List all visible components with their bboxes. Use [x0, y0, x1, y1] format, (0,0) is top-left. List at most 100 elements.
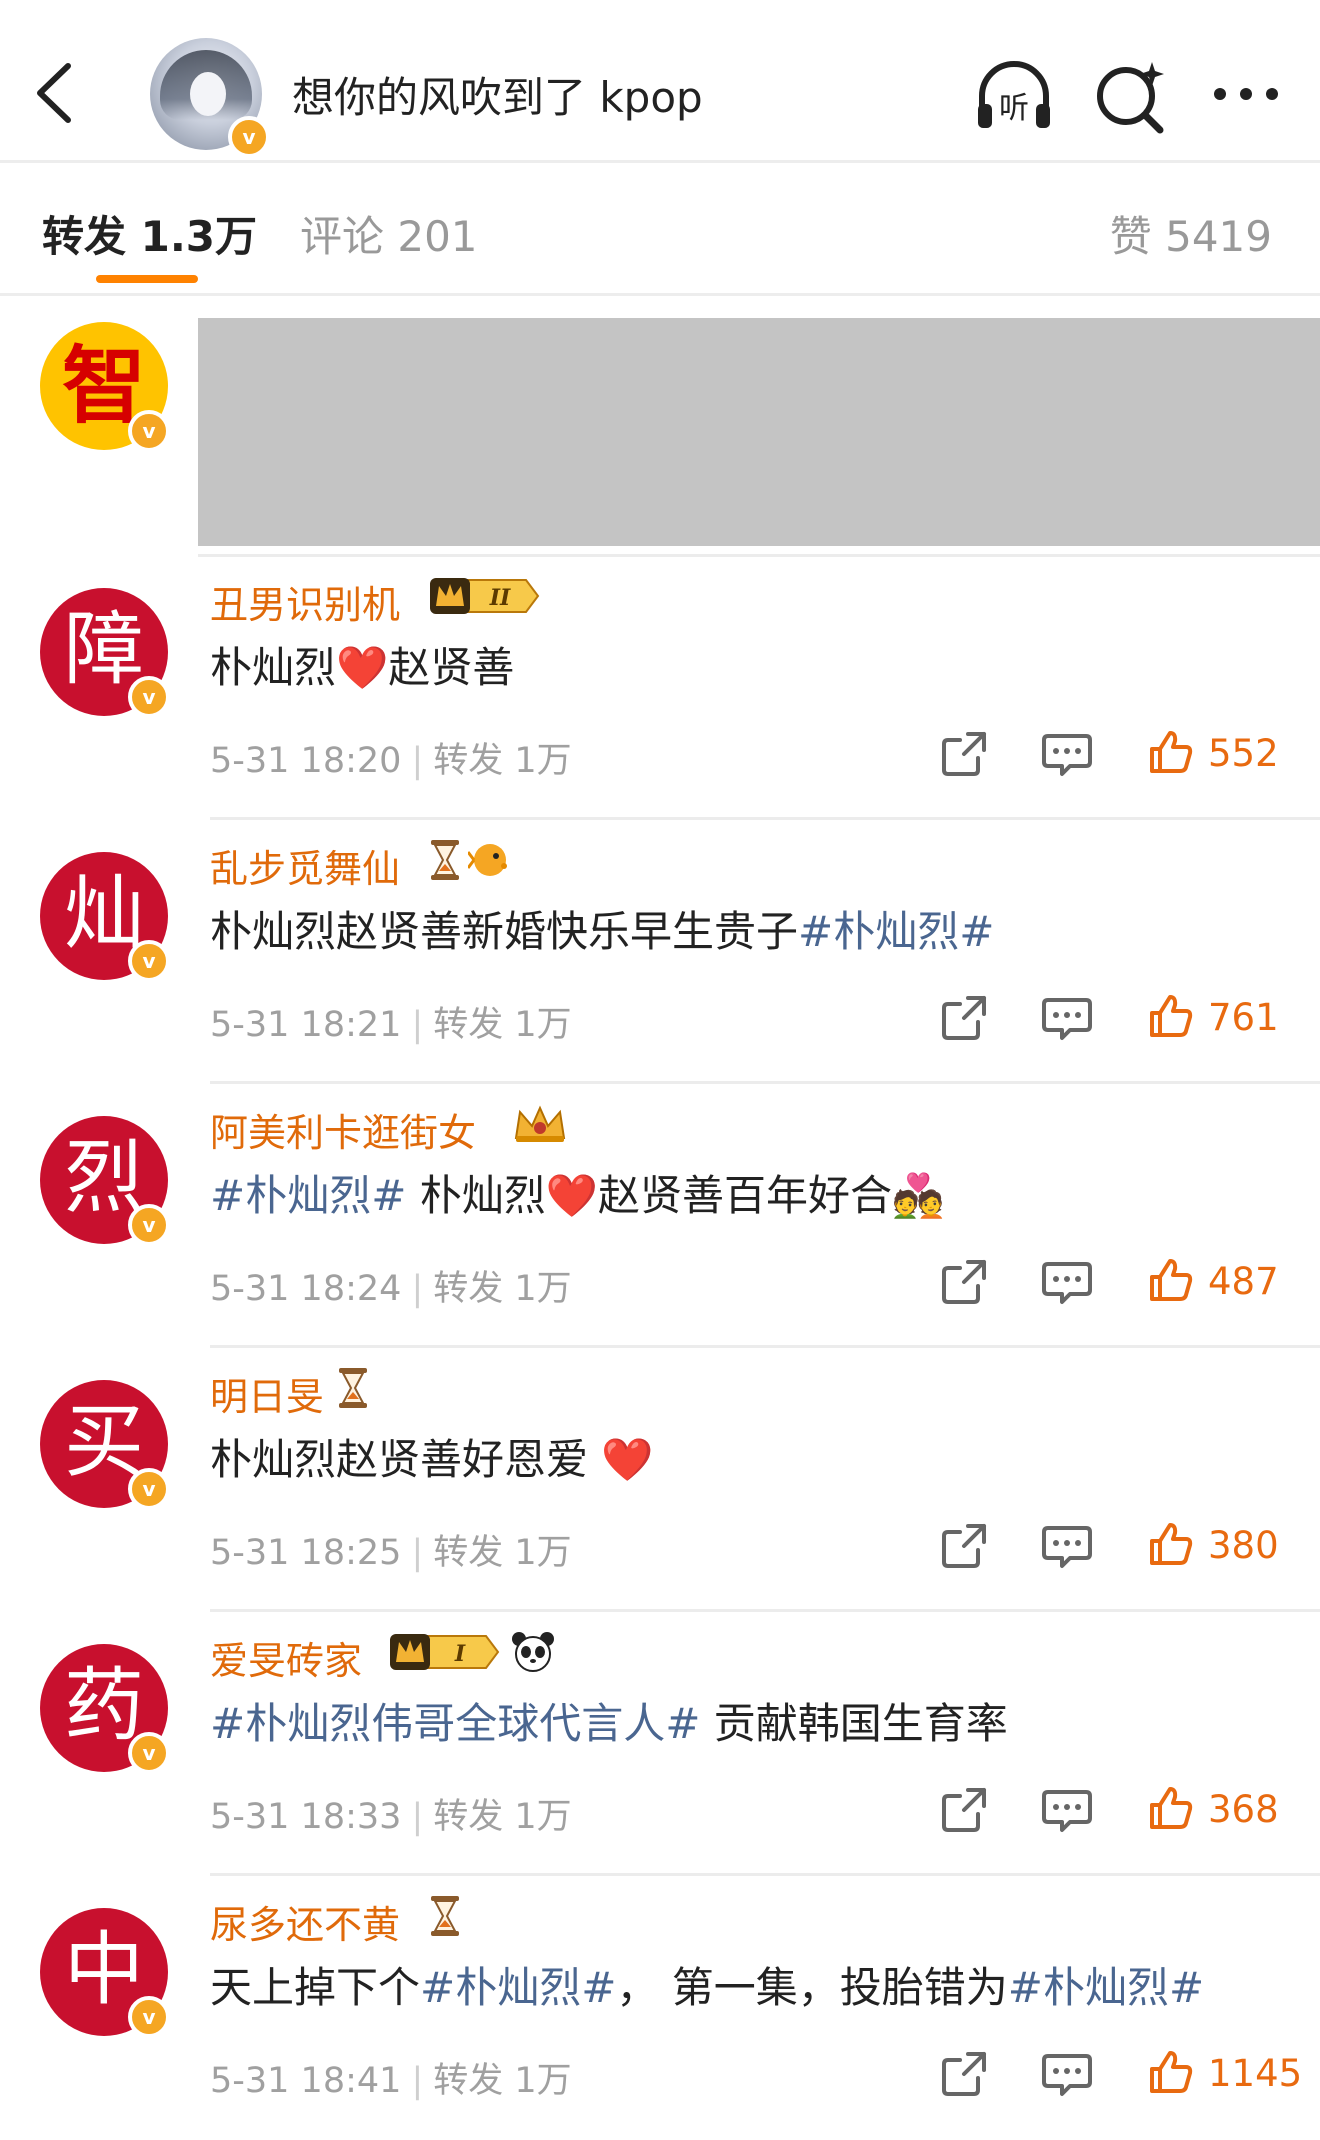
share-icon[interactable]	[938, 1782, 992, 1836]
repost-text: #朴灿烈# 朴灿烈❤️赵贤善百年好合💑	[210, 1162, 944, 1223]
hashtag-link[interactable]: #朴灿烈#	[210, 1171, 406, 1220]
username[interactable]: 阿美利卡逛街女	[210, 1102, 476, 1157]
thumbs-up-icon	[1146, 1783, 1194, 1835]
avatar[interactable]: 灿v	[40, 852, 170, 982]
meta-separator: |	[411, 1269, 424, 1309]
comment-icon[interactable]	[1040, 1254, 1094, 1308]
avatar[interactable]: 障v	[40, 588, 170, 718]
listen-label: 听	[999, 91, 1029, 126]
repost-row: 烈 v 阿美利卡逛街女 #朴灿烈# 朴灿烈❤️赵贤善百年好合💑 5-31 18:24 | 转…	[0, 1084, 1320, 1348]
avatar[interactable]: 中v	[40, 1908, 170, 2038]
comment-icon[interactable]	[1040, 1782, 1094, 1836]
share-icon[interactable]	[938, 726, 992, 780]
user-badges	[428, 1894, 462, 1942]
repost-count: 转发 1万	[433, 1533, 572, 1573]
tab-likes[interactable]: 赞 5419	[1110, 203, 1272, 264]
thumbs-up-icon	[1146, 2047, 1194, 2099]
top-bar: v 想你的风吹到了 kpop 听	[0, 0, 1320, 163]
verified-badge-icon: v	[128, 676, 170, 718]
hashtag-link[interactable]: #朴灿烈#	[798, 907, 994, 956]
thumbs-up-icon	[1146, 991, 1194, 1043]
user-badges	[512, 1102, 568, 1150]
timestamp: 5-31 18:41	[210, 2061, 402, 2101]
emoji: ❤️	[545, 1171, 599, 1220]
repost-count: 转发 1万	[433, 1269, 572, 1309]
user-badges	[336, 1366, 370, 1414]
share-icon[interactable]	[938, 2046, 992, 2100]
avatar[interactable]: 药v	[40, 1644, 170, 1774]
like-button[interactable]: 761	[1146, 990, 1279, 1044]
svg-text:II: II	[489, 585, 511, 611]
username[interactable]: 丑男识别机	[210, 574, 400, 629]
verified-badge-icon: v	[128, 1468, 170, 1510]
thumbs-up-icon	[1146, 1519, 1194, 1571]
verified-badge-icon: v	[128, 940, 170, 982]
hashtag-link[interactable]: #朴灿烈#	[420, 1963, 616, 2012]
repost-text: #朴灿烈伟哥全球代言人# 贡献韩国生育率	[210, 1690, 1008, 1751]
text-segment: 朴灿烈赵贤善新婚快乐早生贵子	[210, 907, 799, 956]
text-segment: ， 第一集，投胎错为	[616, 1963, 1008, 2012]
user-badges	[428, 838, 514, 886]
repost-count: 转发 1万	[433, 1797, 572, 1837]
share-icon[interactable]	[938, 1518, 992, 1572]
author-avatar[interactable]: v	[150, 38, 270, 158]
verified-badge-icon: v	[128, 1732, 170, 1774]
verified-badge-icon: v	[228, 116, 270, 158]
hashtag-link[interactable]: #朴灿烈#	[1008, 1963, 1204, 2012]
avatar[interactable]: 买v	[40, 1380, 170, 1510]
repost-row: 买 v 明日旻 朴灿烈赵贤善好恩爱 ❤️ 5-31 18:25 | 转发 1万 380	[0, 1348, 1320, 1612]
like-button[interactable]: 368	[1146, 1782, 1279, 1836]
chevron-left-icon[interactable]	[30, 58, 80, 128]
emoji: ❤️	[601, 1435, 654, 1484]
username[interactable]: 尿多还不黄	[210, 1894, 400, 1949]
comment-icon[interactable]	[1040, 2046, 1094, 2100]
timestamp: 5-31 18:25	[210, 1533, 402, 1573]
text-segment: 贡献韩国生育率	[700, 1699, 1008, 1748]
hourglass-icon	[428, 838, 462, 886]
comment-icon[interactable]	[1040, 726, 1094, 780]
headphones-listen-icon[interactable]: 听	[972, 54, 1056, 138]
like-button[interactable]: 487	[1146, 1254, 1279, 1308]
timestamp: 5-31 18:21	[210, 1005, 402, 1045]
username[interactable]: 爱旻砖家	[210, 1630, 362, 1685]
like-button[interactable]: 552	[1146, 726, 1279, 780]
username[interactable]: 乱步觅舞仙	[210, 838, 400, 893]
text-segment: 赵贤善	[388, 643, 515, 692]
verified-badge-icon: v	[128, 410, 170, 452]
hourglass-icon	[336, 1366, 370, 1414]
like-count: 761	[1208, 995, 1279, 1039]
repost-meta: 5-31 18:21 | 转发 1万	[210, 996, 572, 1047]
search-sparkle-icon[interactable]	[1088, 54, 1172, 138]
like-count: 380	[1208, 1523, 1279, 1567]
hashtag-link[interactable]: #朴灿烈伟哥全球代言人#	[210, 1699, 700, 1748]
comment-icon[interactable]	[1040, 990, 1094, 1044]
repost-row: 中 v 尿多还不黄 天上掉下个#朴灿烈#， 第一集，投胎错为#朴灿烈# 5-31 18:…	[0, 1876, 1320, 2140]
like-button[interactable]: 380	[1146, 1518, 1279, 1572]
timestamp: 5-31 18:20	[210, 741, 402, 781]
active-tab-indicator	[96, 275, 198, 283]
like-count: 1145	[1208, 2051, 1303, 2095]
tab-reposts[interactable]: 转发 1.3万	[42, 203, 257, 264]
redacted-content	[198, 318, 1320, 546]
meta-separator: |	[411, 741, 424, 781]
like-count: 487	[1208, 1259, 1279, 1303]
avatar[interactable]: 烈v	[40, 1116, 170, 1246]
timestamp: 5-31 18:33	[210, 1797, 402, 1837]
repost-text: 朴灿烈赵贤善新婚快乐早生贵子#朴灿烈#	[210, 898, 994, 959]
repost-row: 障 v 丑男识别机 II 朴灿烈❤️赵贤善 5-31 18:20 | 转发 1万 552	[0, 556, 1320, 820]
like-button[interactable]: 1145	[1146, 2046, 1302, 2100]
repost-count: 转发 1万	[433, 741, 572, 781]
emoji: ❤️	[336, 643, 389, 692]
share-icon[interactable]	[938, 990, 992, 1044]
meta-separator: |	[411, 1533, 424, 1573]
username[interactable]: 明日旻	[210, 1366, 324, 1421]
hourglass-icon	[428, 1894, 462, 1942]
tab-comments[interactable]: 评论 201	[300, 203, 478, 264]
crown-level-I-badge: I	[388, 1630, 504, 1678]
comment-icon[interactable]	[1040, 1518, 1094, 1572]
repost-meta: 5-31 18:33 | 转发 1万	[210, 1788, 572, 1839]
avatar[interactable]: 智 v	[40, 322, 170, 452]
verified-badge-icon: v	[128, 1996, 170, 2038]
more-dots-icon[interactable]	[1204, 54, 1288, 138]
share-icon[interactable]	[938, 1254, 992, 1308]
